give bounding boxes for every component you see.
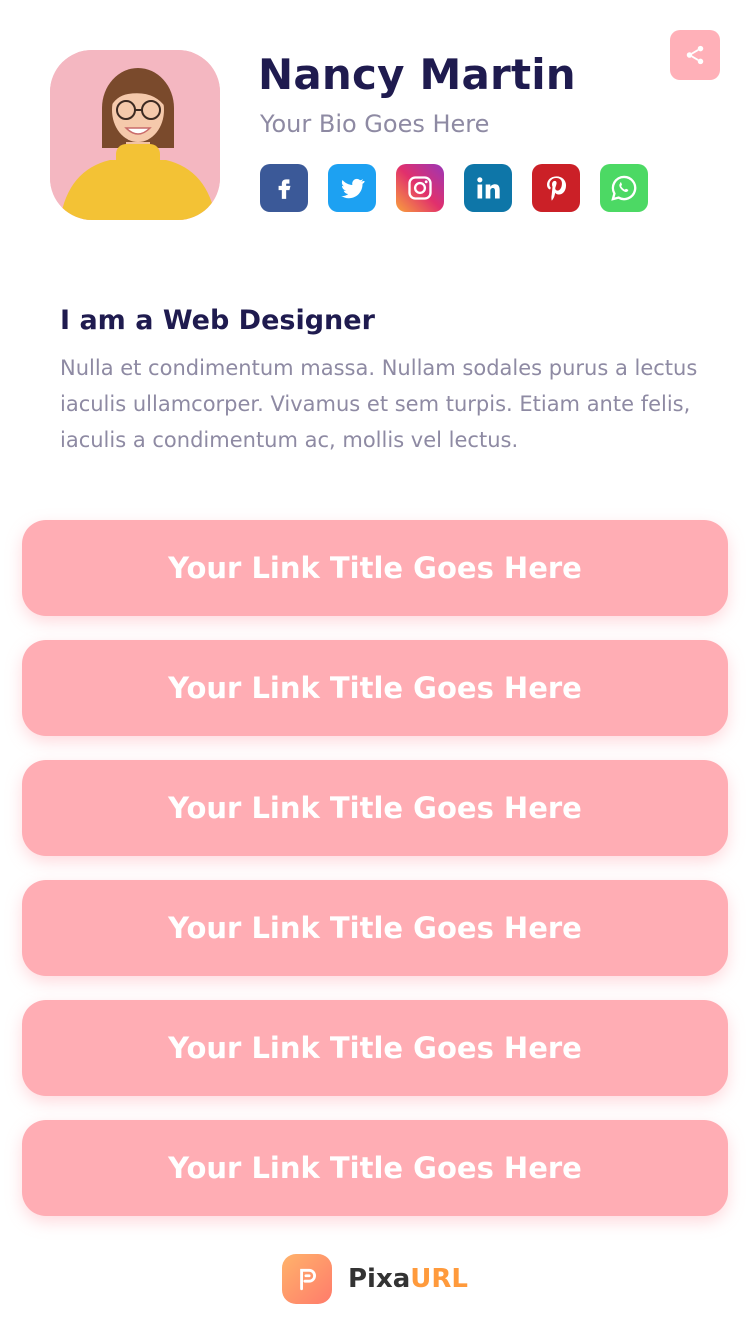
about-title: I am a Web Designer [60,305,375,336]
brand-name: PixaURL [348,1264,468,1294]
instagram-button[interactable] [396,164,444,212]
profile-name: Nancy Martin [258,50,576,99]
social-links [260,164,648,212]
avatar [50,50,220,220]
footer-brand[interactable]: PixaURL [282,1254,468,1304]
link-button[interactable]: Your Link Title Goes Here [22,760,728,856]
pinterest-icon [547,176,567,201]
instagram-icon [408,176,432,200]
link-button[interactable]: Your Link Title Goes Here [22,520,728,616]
share-button[interactable] [670,30,720,80]
facebook-button[interactable] [260,164,308,212]
pinterest-button[interactable] [532,164,580,212]
link-button[interactable]: Your Link Title Goes Here [22,640,728,736]
whatsapp-button[interactable] [600,164,648,212]
link-button[interactable]: Your Link Title Goes Here [22,1000,728,1096]
brand-name-part1: Pixa [348,1264,411,1294]
twitter-button[interactable] [328,164,376,212]
linkedin-button[interactable] [464,164,512,212]
links-list: Your Link Title Goes Here Your Link Titl… [22,520,728,1216]
link-button[interactable]: Your Link Title Goes Here [22,1120,728,1216]
linkedin-icon [477,177,500,199]
twitter-icon [341,178,365,199]
pixaurl-logo-icon [282,1254,332,1304]
about-text: Nulla et condimentum massa. Nullam sodal… [60,356,698,452]
share-icon [686,45,704,65]
facebook-icon [278,179,291,199]
profile-bio: Your Bio Goes Here [260,110,490,138]
whatsapp-icon [611,175,637,201]
brand-name-part2: URL [410,1264,468,1294]
link-button[interactable]: Your Link Title Goes Here [22,880,728,976]
profile-photo [50,50,220,220]
